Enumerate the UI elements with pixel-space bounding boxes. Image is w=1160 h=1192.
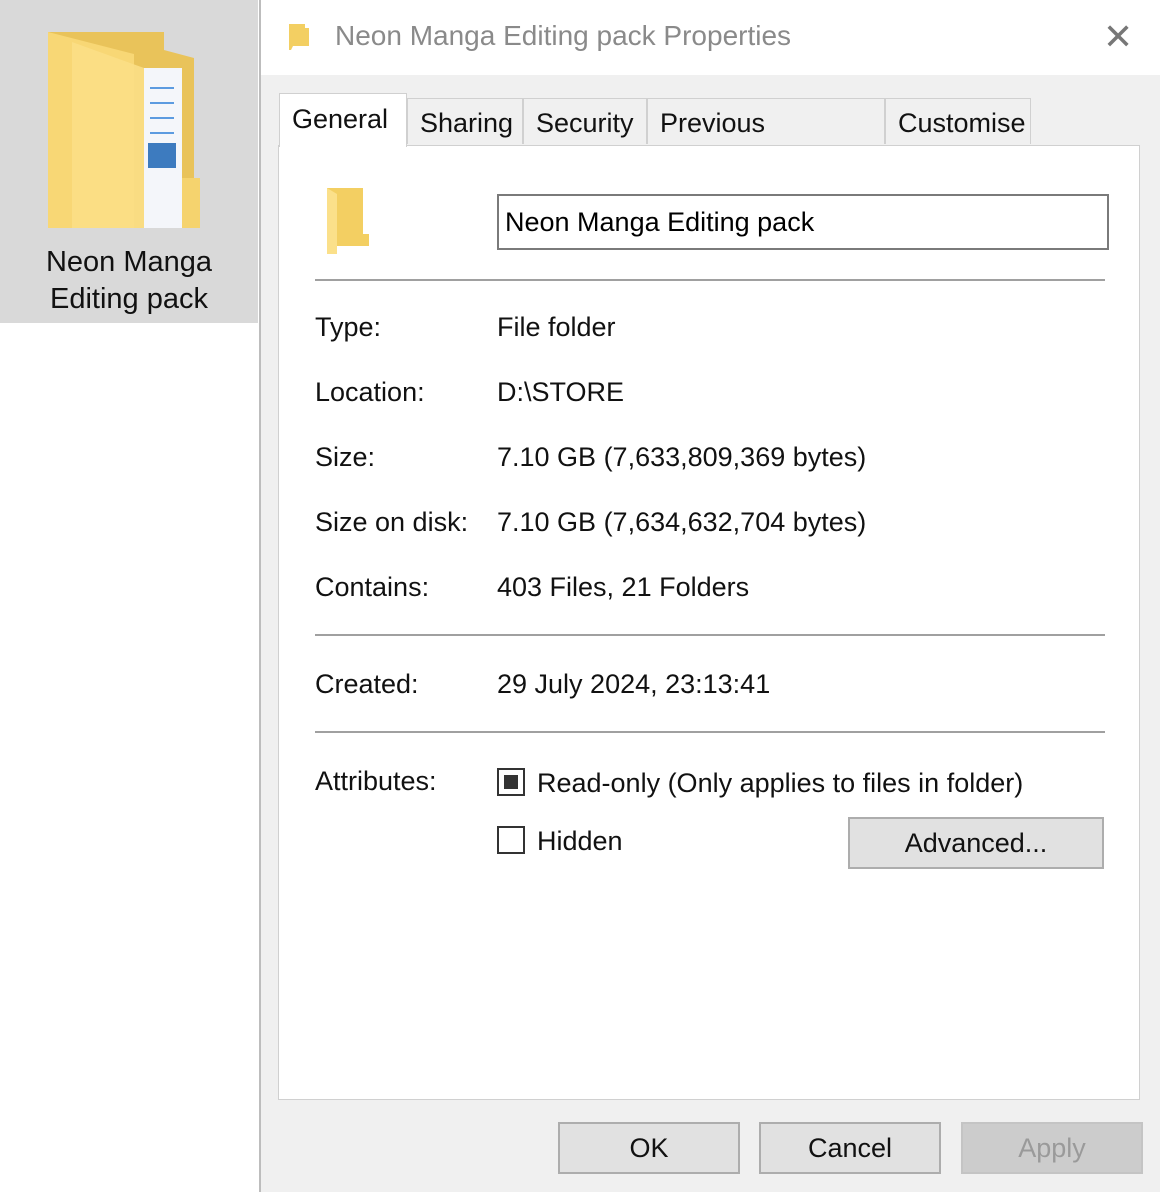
desktop-item-selected[interactable]: Neon Manga Editing pack <box>0 0 258 323</box>
cancel-button[interactable]: Cancel <box>759 1122 941 1174</box>
tab-security[interactable]: Security <box>523 98 647 144</box>
contains-value: 403 Files, 21 Folders <box>497 572 750 602</box>
properties-dialog: Neon Manga Editing pack Properties ✕ Gen… <box>259 0 1160 1192</box>
general-tab-panel: Type: File folder Location: D:\STORE Siz… <box>278 145 1140 1100</box>
label-line-1: Neon Manga <box>45 246 213 278</box>
apply-button[interactable]: Apply <box>961 1122 1143 1174</box>
size-label: Size: <box>315 442 376 472</box>
close-button[interactable]: ✕ <box>1103 16 1133 58</box>
type-value: File folder <box>497 312 616 342</box>
size-on-disk-label: Size on disk: <box>315 507 469 537</box>
divider <box>315 279 1105 281</box>
folder-icon <box>327 188 369 254</box>
title-bar[interactable]: Neon Manga Editing pack Properties ✕ <box>261 0 1160 75</box>
hidden-label[interactable]: Hidden <box>537 826 623 857</box>
advanced-button[interactable]: Advanced... <box>848 817 1104 869</box>
location-value: D:\STORE <box>497 377 625 407</box>
folder-icon <box>48 32 200 228</box>
tab-general[interactable]: General <box>279 93 407 147</box>
desktop-item-label: Neon Manga Editing pack <box>0 244 258 318</box>
divider <box>315 731 1105 733</box>
location-label: Location: <box>315 377 425 407</box>
readonly-checkbox[interactable] <box>497 768 525 796</box>
folder-icon <box>289 24 309 50</box>
label-line-2: Editing pack <box>50 283 208 315</box>
size-on-disk-value: 7.10 GB (7,634,632,704 bytes) <box>497 507 867 537</box>
created-label: Created: <box>315 669 419 699</box>
divider <box>315 634 1105 636</box>
hidden-checkbox[interactable] <box>497 826 525 854</box>
ok-button[interactable]: OK <box>558 1122 740 1174</box>
created-value: 29 July 2024, 23:13:41 <box>497 669 771 699</box>
tab-customise[interactable]: Customise <box>885 98 1031 144</box>
folder-name-input[interactable] <box>497 194 1109 250</box>
contains-label: Contains: <box>315 572 430 602</box>
tab-sharing[interactable]: Sharing <box>407 98 523 144</box>
tab-previous-versions[interactable]: Previous Versions <box>647 98 885 186</box>
type-label: Type: <box>315 312 382 342</box>
readonly-label[interactable]: Read-only (Only applies to files in fold… <box>537 768 1023 799</box>
size-value: 7.10 GB (7,633,809,369 bytes) <box>497 442 867 472</box>
dialog-title: Neon Manga Editing pack Properties <box>335 20 792 51</box>
attributes-label: Attributes: <box>315 766 437 796</box>
